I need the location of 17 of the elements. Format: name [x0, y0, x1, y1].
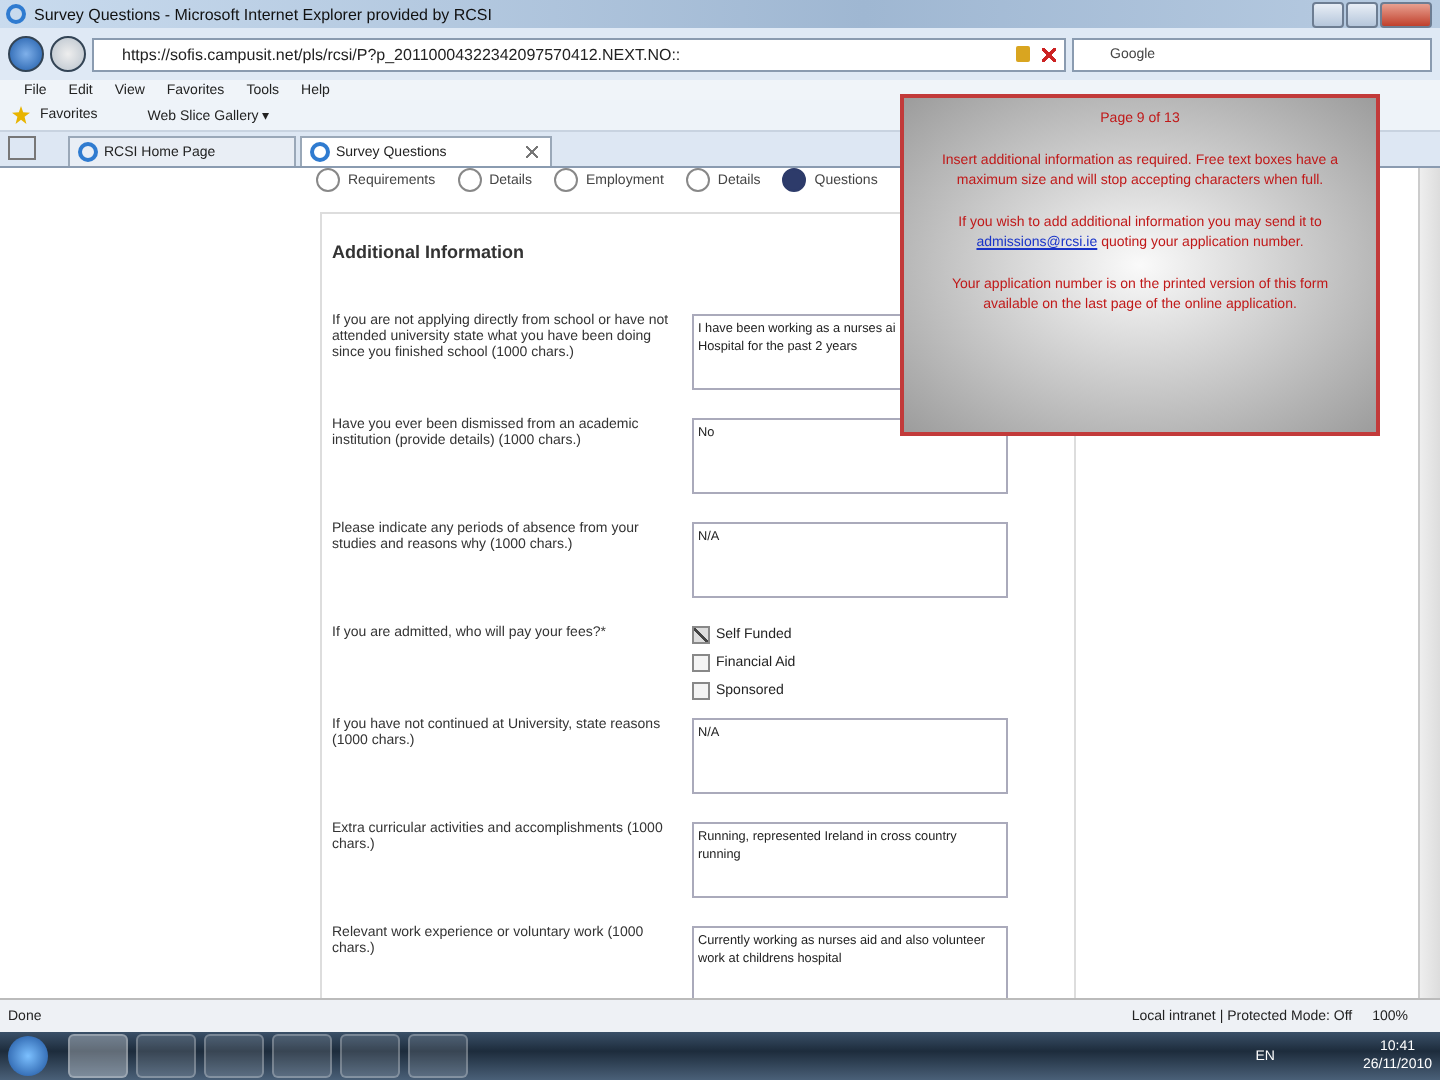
- minimize-button[interactable]: [1312, 1, 1344, 27]
- section-heading: Additional Information: [332, 242, 524, 262]
- checkbox[interactable]: [692, 682, 710, 700]
- forward-button[interactable]: [50, 36, 86, 72]
- checkbox[interactable]: [692, 626, 710, 644]
- scrollbar[interactable]: [1418, 168, 1440, 998]
- quick-tabs-icon[interactable]: [8, 136, 36, 160]
- back-button[interactable]: [8, 36, 44, 72]
- start-button[interactable]: [8, 1036, 48, 1076]
- close-button[interactable]: [1380, 1, 1432, 27]
- address-field[interactable]: https://sofis.campusit.net/pls/rcsi/P?p_20110004322342097570412.NEXT.NO::: [92, 37, 1066, 71]
- browser-icon: [6, 4, 26, 24]
- close-tab-icon[interactable]: [526, 146, 538, 158]
- stop-icon[interactable]: [1042, 47, 1056, 61]
- maximize-button[interactable]: [1346, 1, 1378, 27]
- checkbox[interactable]: [692, 654, 710, 672]
- window-title: Survey Questions - Microsoft Internet Explorer provided by RCSI: [34, 5, 492, 23]
